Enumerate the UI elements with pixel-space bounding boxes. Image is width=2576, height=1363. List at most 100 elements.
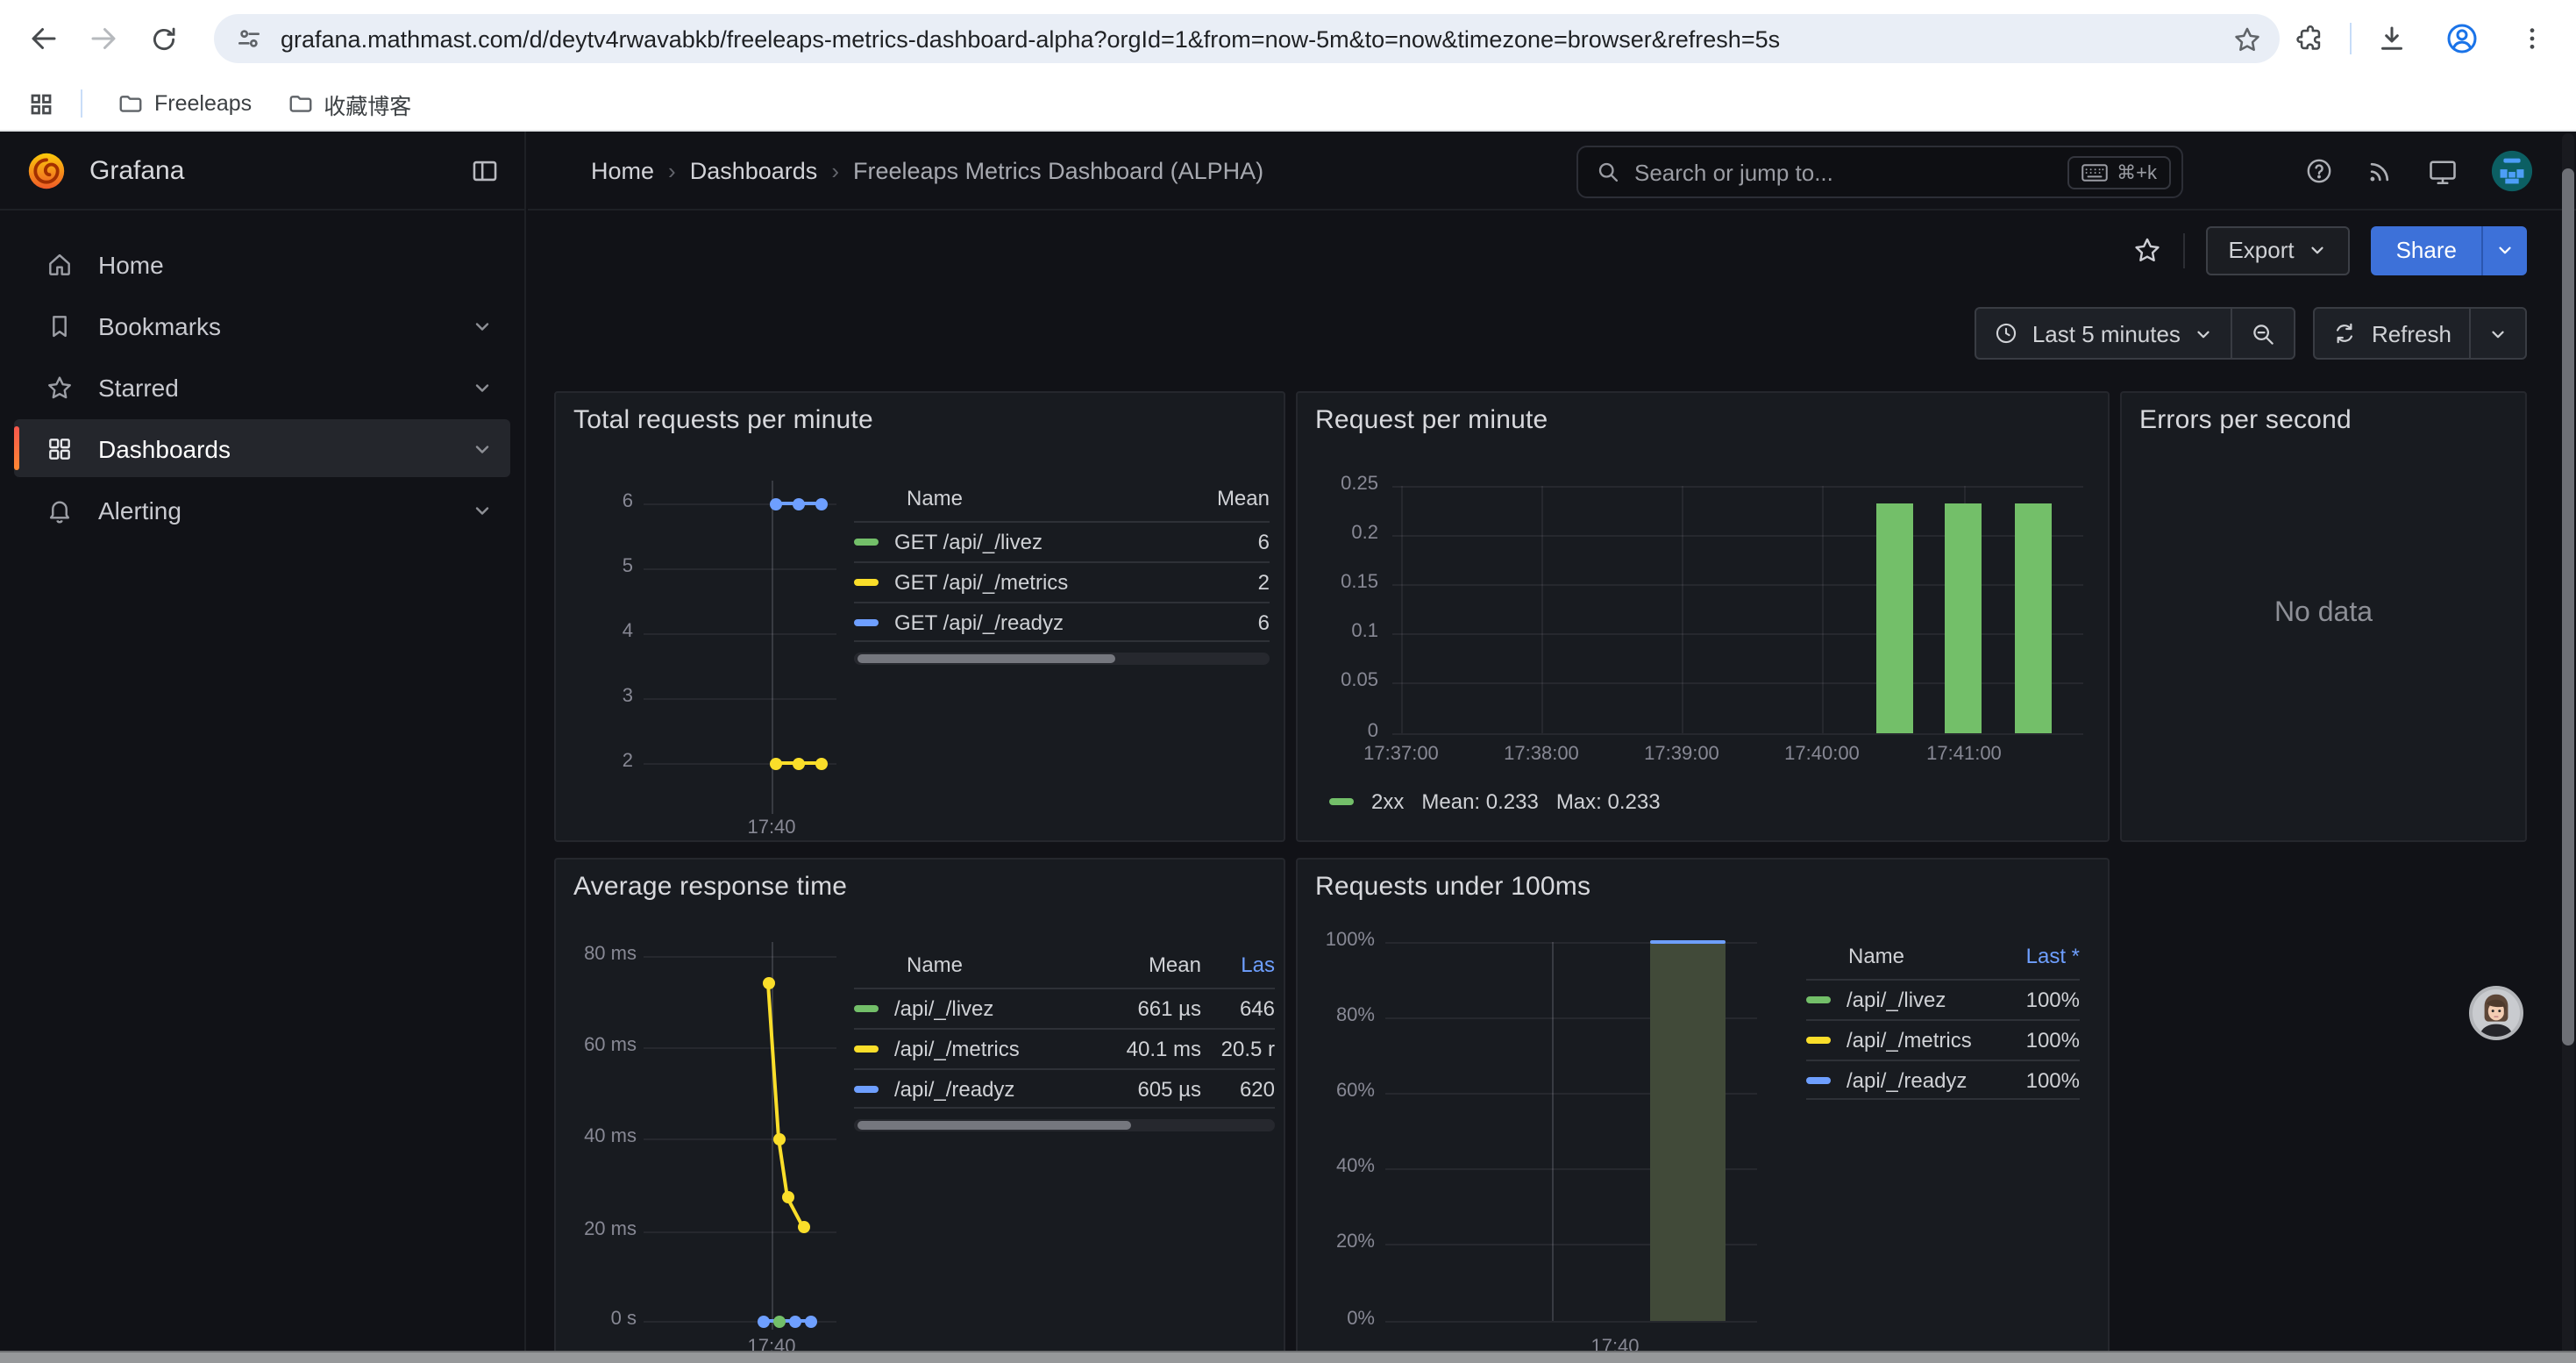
share-button[interactable]: Share [2372,225,2481,275]
user-avatar[interactable] [2490,149,2534,193]
favorite-star-icon[interactable] [2131,235,2161,265]
zoom-out-button[interactable] [2231,309,2295,358]
refresh-interval-button[interactable] [2469,309,2525,358]
gridline [1682,486,1683,733]
export-button[interactable]: Export [2205,225,2350,275]
page-scrollbar[interactable] [2562,133,2574,1361]
clock-icon [1994,321,2018,346]
refresh-button[interactable]: Refresh [2316,309,2469,358]
chevron-down-icon[interactable] [472,438,493,459]
help-icon[interactable] [2304,156,2334,186]
legend-row[interactable]: /api/_/metrics 40.1 ms 20.5 r [854,1028,1275,1068]
y-axis-label: 40% [1308,1156,1375,1177]
series-swatch [1806,1076,1831,1083]
window-bottom-scrollbar[interactable] [0,1351,2576,1363]
chevron-down-icon[interactable] [472,499,493,520]
y-axis-label: 4 [570,621,633,642]
breadcrumb-home[interactable]: Home [591,157,654,183]
data-point [772,1315,785,1327]
legend-inline[interactable]: 2xx Mean: 0.233 Max: 0.233 [1329,789,1661,814]
legend-row[interactable]: GET /api/_/readyz 6 [854,602,1270,642]
chevron-down-icon[interactable] [472,376,493,397]
legend-row[interactable]: GET /api/_/metrics 2 [854,561,1270,602]
sidebar-item-bookmarks[interactable]: Bookmarks [14,296,510,354]
gridline [644,1138,836,1140]
bar [2015,503,2052,733]
legend-scrollbar[interactable] [854,1119,1275,1131]
legend-row[interactable]: /api/_/readyz 605 µs 620 [854,1068,1275,1109]
profile-icon[interactable] [2432,9,2492,68]
time-range-button[interactable]: Last 5 minutes [1976,309,2231,358]
legend-col-name[interactable]: Name [854,486,1178,510]
gridline [1392,733,2083,735]
y-axis-label: 80 ms [566,944,637,965]
legend-col-mean[interactable]: Mean [1099,953,1201,977]
panel-request-per-minute[interactable]: Request per minute 0.250.20.150.10.05017… [1296,391,2110,842]
sidebar-item-home[interactable]: Home [14,235,510,293]
chevron-down-icon [2495,240,2515,260]
bookmark-star-icon[interactable] [2232,24,2262,54]
panel-errors-per-second[interactable]: Errors per second No data [2120,391,2527,842]
forward-icon[interactable] [74,9,133,68]
tune-icon[interactable] [235,25,263,53]
area-fill [1650,942,1726,1321]
legend-col-mean[interactable]: Mean [1178,486,1270,510]
gridline [644,956,836,958]
y-axis-label: 60 ms [566,1035,637,1056]
share-button-group: Share [2372,225,2527,275]
data-point [762,977,774,989]
bookmark-folder-freeleaps[interactable]: Freeleaps [103,85,266,122]
legend-scrollbar[interactable] [854,653,1270,665]
url-bar[interactable]: grafana.mathmast.com/d/deytv4rwavabkb/fr… [214,14,2280,63]
assistant-avatar[interactable] [2469,986,2523,1040]
legend-row[interactable]: /api/_/readyz 100% [1806,1060,2080,1100]
legend-col-name[interactable]: Name [1806,944,1999,968]
series-swatch [854,618,879,625]
back-icon[interactable] [14,9,74,68]
legend-table: Name Last * /api/_/livez 100% /api/_/met… [1806,938,2080,1100]
grafana-logo[interactable] [25,148,68,192]
bookmark-folder-label: Freeleaps [154,91,252,116]
extensions-icon[interactable] [2280,9,2339,68]
legend-col-name[interactable]: Name [854,953,1099,977]
monitor-icon[interactable] [2427,155,2459,187]
breadcrumb: Home › Dashboards › Freeleaps Metrics Da… [591,157,1263,183]
download-icon[interactable] [2362,9,2422,68]
area-top-line [1650,940,1726,944]
reload-icon[interactable] [133,9,193,68]
share-menu-button[interactable] [2481,225,2527,275]
y-axis-label: 80% [1308,1005,1375,1026]
panel-total-requests[interactable]: Total requests per minute 6543217:40 Nam… [554,391,1285,842]
data-point [769,757,781,769]
series-swatch [1806,1037,1831,1044]
search-placeholder: Search or jump to... [1634,159,2067,185]
browser-menu-icon[interactable] [2502,9,2562,68]
legend-row[interactable]: /api/_/livez 661 µs 646 [854,988,1275,1028]
scrollbar-thumb[interactable] [857,1121,1131,1130]
breadcrumb-current: Freeleaps Metrics Dashboard (ALPHA) [853,157,1263,183]
legend-max: Max: 0.233 [1556,789,1661,814]
panel-requests-under-100ms[interactable]: Requests under 100ms 100%80%60%40%20%0%1… [1296,858,2110,1363]
chevron-down-icon[interactable] [472,315,493,336]
breadcrumb-dashboards[interactable]: Dashboards [690,157,818,183]
news-rss-icon[interactable] [2366,156,2395,186]
series-line [763,1319,810,1323]
legend-col-last[interactable]: Las [1201,953,1275,977]
legend-row[interactable]: GET /api/_/livez 6 [854,521,1270,561]
scrollbar-thumb[interactable] [2562,168,2574,1045]
folder-icon [117,90,144,117]
series-swatch [1329,798,1354,805]
sidebar-item-starred[interactable]: Starred [14,358,510,416]
legend-col-last[interactable]: Last * [1999,944,2080,968]
apps-grid-icon[interactable] [18,81,63,126]
legend-row[interactable]: /api/_/livez 100% [1806,979,2080,1019]
sidebar-item-alerting[interactable]: Alerting [14,481,510,539]
search-input[interactable]: Search or jump to... ⌘+k [1576,146,2183,198]
dock-menu-icon[interactable] [470,155,500,185]
panel-avg-response-time[interactable]: Average response time 80 ms60 ms40 ms20 … [554,858,1285,1363]
scrollbar-thumb[interactable] [857,654,1115,663]
sidebar-item-dashboards[interactable]: Dashboards [14,419,510,477]
legend-row[interactable]: /api/_/metrics 100% [1806,1019,2080,1060]
x-axis-label: 17:41:00 [1904,744,2024,765]
bookmark-folder-blogs[interactable]: 收藏博客 [273,82,425,125]
